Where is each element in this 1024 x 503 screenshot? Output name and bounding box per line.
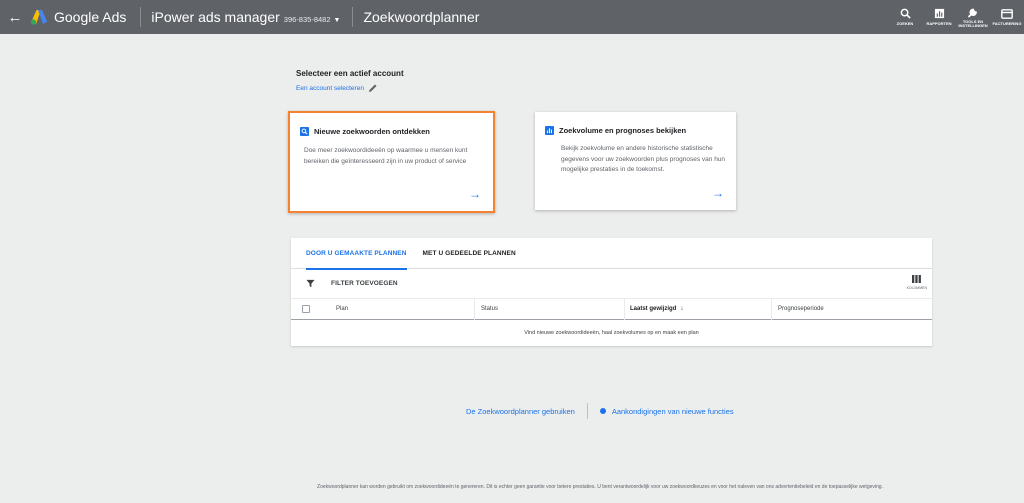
search-volume-card[interactable]: Zoekvolume en prognoses bekijken Bekijk … — [535, 112, 736, 210]
billing-icon — [1001, 8, 1013, 20]
col-status[interactable]: Status — [474, 298, 624, 320]
plans-tabs: DOOR U GEMAAKTE PLANNEN MET U GEDEELDE P… — [291, 238, 932, 270]
arrow-right-icon[interactable]: → — [469, 187, 481, 201]
page-title: Zoekwoordplanner — [363, 9, 480, 25]
select-all-checkbox[interactable] — [302, 305, 310, 313]
card-header: Zoekvolume en prognoses bekijken — [545, 126, 686, 135]
columns-button[interactable]: KOLOMMEN — [907, 275, 927, 290]
back-arrow-icon[interactable]: ← — [0, 0, 30, 34]
empty-state-message: Vind nieuwe zoekwoordideeën, haal zoekvo… — [524, 329, 699, 336]
columns-label: KOLOMMEN — [906, 286, 927, 290]
plans-panel: DOOR U GEMAAKTE PLANNEN MET U GEDEELDE P… — [291, 238, 932, 346]
reports-label: RAPPORTEN — [926, 20, 952, 26]
billing-label: FACTURERING — [992, 20, 1022, 26]
search-icon — [300, 127, 309, 136]
select-account-heading: Selecteer een actief account — [296, 69, 404, 78]
select-account-link[interactable]: Een account selecteren — [296, 83, 378, 93]
account-id: 396-835-8482 — [283, 15, 331, 24]
link-divider — [586, 403, 588, 419]
caret-down-icon: ▼ — [333, 17, 341, 24]
columns-icon — [912, 275, 922, 283]
bar-chart-icon — [545, 126, 554, 135]
brand-name[interactable]: Google Ads — [54, 9, 126, 25]
tools-label: TOOLS EN INSTELLINGEN — [958, 18, 988, 28]
col-last-modified[interactable]: Laatst gewijzigd ↓ — [624, 298, 771, 320]
reports-icon — [933, 8, 945, 20]
discover-keywords-card[interactable]: Nieuwe zoekwoorden ontdekken Doe meer zo… — [288, 111, 495, 213]
filter-bar: FILTER TOEVOEGEN KOLOMMEN — [291, 269, 932, 299]
footer-disclaimer: Zoekwoordplanner kan worden gebruikt om … — [317, 484, 883, 490]
reports-button[interactable]: RAPPORTEN — [922, 0, 956, 34]
search-button[interactable]: ZOEKEN — [888, 0, 922, 34]
col-forecast-period[interactable]: Prognoseperiode — [771, 298, 929, 320]
header-actions: ZOEKEN RAPPORTEN TOOLS EN INSTELLINGEN F… — [888, 0, 1024, 34]
google-ads-logo[interactable] — [30, 9, 48, 25]
account-name: iPower ads manager — [151, 9, 280, 25]
help-links: De Zoekwoordplanner gebruiken Aankondigi… — [466, 403, 734, 419]
col-last-modified-label: Laatst gewijzigd — [630, 306, 677, 312]
table-header: Plan Status Laatst gewijzigd ↓ Prognosep… — [291, 298, 932, 320]
wrench-icon — [967, 6, 979, 18]
tools-button[interactable]: TOOLS EN INSTELLINGEN — [956, 0, 990, 34]
filter-icon[interactable] — [306, 279, 315, 288]
header-divider — [140, 7, 142, 27]
billing-button[interactable]: FACTURERING — [990, 0, 1024, 34]
search-icon — [899, 8, 911, 20]
top-app-bar: ← Google Ads iPower ads manager 396-835-… — [0, 0, 1024, 34]
pencil-icon — [368, 84, 377, 92]
add-filter-button[interactable]: FILTER TOEVOEGEN — [331, 280, 398, 287]
use-planner-link[interactable]: De Zoekwoordplanner gebruiken — [466, 407, 575, 416]
arrow-right-icon[interactable]: → — [712, 186, 724, 200]
tab-my-plans[interactable]: DOOR U GEMAAKTE PLANNEN — [298, 238, 415, 270]
select-account-link-text: Een account selecteren — [296, 84, 364, 92]
card-title: Nieuwe zoekwoorden ontdekken — [314, 127, 430, 136]
header-divider — [352, 7, 354, 27]
info-icon — [599, 408, 606, 414]
account-switcher[interactable]: iPower ads manager 396-835-8482 ▼ — [151, 9, 340, 25]
col-plan[interactable]: Plan — [329, 299, 474, 320]
card-description: Bekijk zoekvolume en andere historische … — [561, 145, 726, 173]
card-header: Nieuwe zoekwoorden ontdekken — [300, 127, 430, 136]
card-title: Zoekvolume en prognoses bekijken — [559, 126, 687, 135]
tab-shared-plans[interactable]: MET U GEDEELDE PLANNEN — [415, 238, 524, 269]
card-description: Doe meer zoekwoordideeën op waarmee u me… — [304, 147, 468, 165]
search-label: ZOEKEN — [896, 20, 914, 26]
select-all-cell — [291, 299, 329, 320]
announcements-link[interactable]: Aankondigingen van nieuwe functies — [612, 407, 734, 416]
arrow-down-icon: ↓ — [680, 306, 684, 312]
